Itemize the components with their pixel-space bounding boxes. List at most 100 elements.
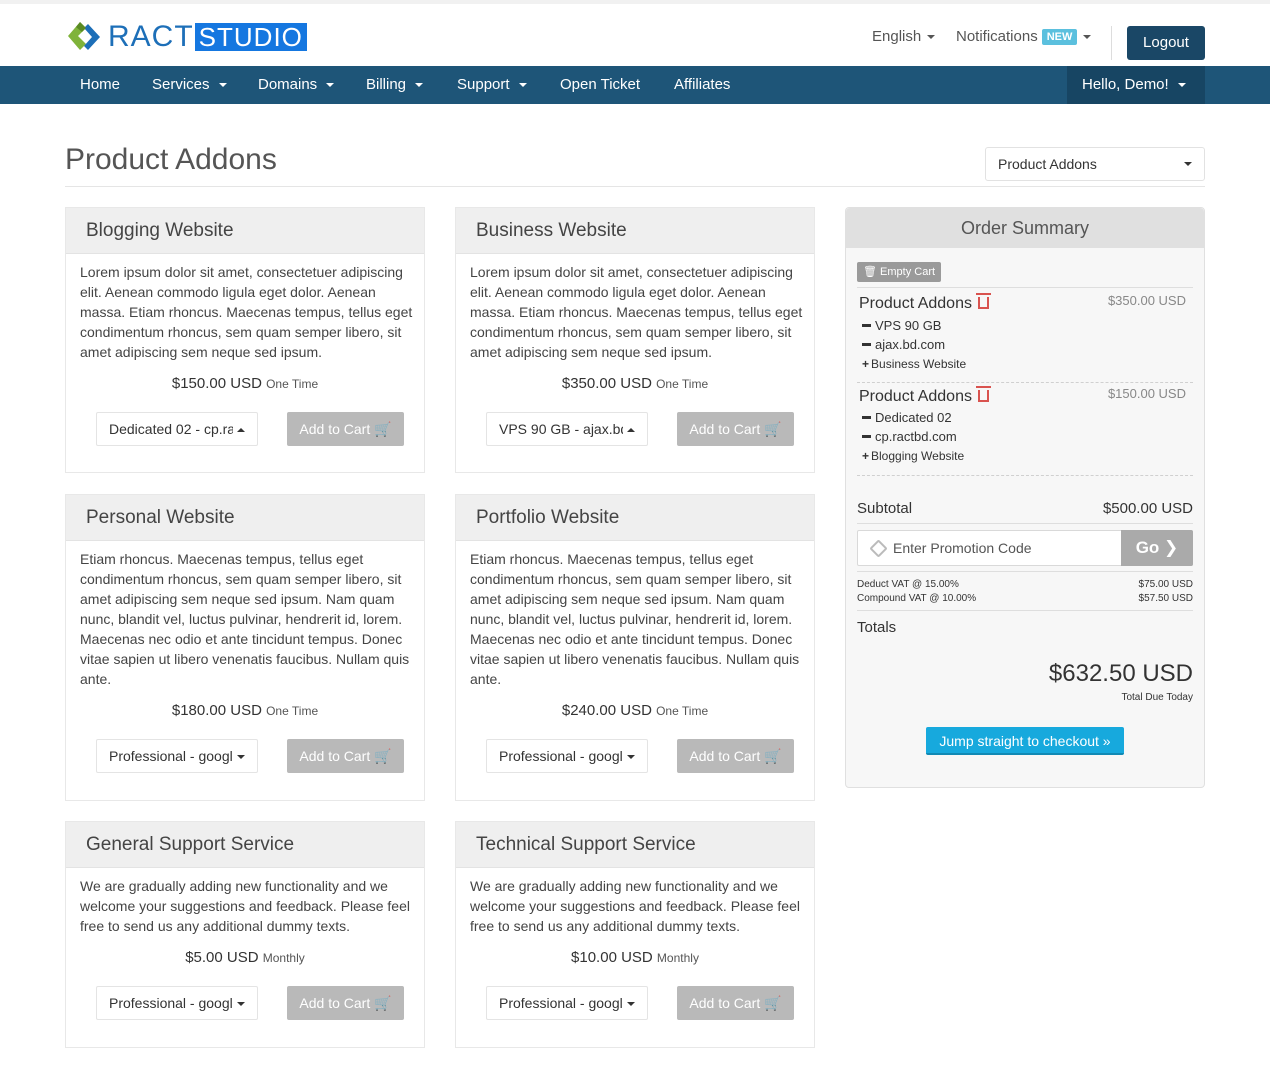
cart-item-title: Product Addons bbox=[859, 386, 991, 406]
add-to-cart-button[interactable]: Add to Cart 🛒 bbox=[287, 739, 404, 773]
billing-cycle: One Time bbox=[266, 377, 319, 391]
chevron-down-icon bbox=[627, 755, 635, 760]
header-divider bbox=[1111, 26, 1112, 60]
nav-item-label: Services bbox=[152, 76, 210, 93]
product-service-select[interactable]: Professional - google bbox=[96, 739, 258, 773]
button-label: Add to Cart bbox=[689, 995, 761, 1011]
price-amount: $350.00 USD bbox=[561, 375, 652, 392]
cart-item-detail: ajax.bd.com bbox=[862, 337, 945, 352]
chevron-down-icon bbox=[237, 1002, 245, 1007]
empty-cart-label: Empty Cart bbox=[880, 266, 936, 278]
summary-divider bbox=[857, 287, 1193, 288]
nav-item-services[interactable]: Services bbox=[152, 66, 227, 104]
nav-item-domains[interactable]: Domains bbox=[258, 66, 335, 104]
tax-label: Compound VAT @ 10.00% bbox=[857, 593, 977, 604]
minus-icon bbox=[862, 324, 871, 327]
promo-code-group: Go ❯ bbox=[857, 530, 1193, 566]
add-to-cart-button[interactable]: Add to Cart 🛒 bbox=[677, 739, 794, 773]
product-card-technical-support: Technical Support Service We are gradual… bbox=[455, 821, 815, 1048]
cart-icon: 🛒 bbox=[374, 748, 392, 764]
cart-item-addon-name: Blogging Website bbox=[871, 449, 965, 463]
cart-item-name: Product Addons bbox=[859, 388, 972, 405]
summary-divider bbox=[857, 610, 1193, 611]
cart-icon: 🛒 bbox=[764, 995, 782, 1011]
select-value: Professional - google bbox=[109, 748, 233, 764]
cart-item-addon: + Business Website bbox=[862, 357, 966, 371]
chevron-up-icon bbox=[237, 428, 245, 433]
total-due-label: Total Due Today bbox=[1121, 692, 1193, 703]
summary-divider bbox=[857, 523, 1193, 524]
main-navbar: Home Services Domains Billing Support Op… bbox=[0, 66, 1270, 104]
billing-cycle: One Time bbox=[656, 704, 709, 718]
account-dropdown[interactable]: Hello, Demo! bbox=[1067, 66, 1205, 104]
nav-item-home[interactable]: Home bbox=[80, 66, 120, 104]
product-service-select[interactable]: Dedicated 02 - cp.ractbd.com bbox=[96, 412, 258, 446]
plus-icon: + bbox=[862, 357, 870, 371]
nav-item-affiliates[interactable]: Affiliates bbox=[674, 66, 730, 104]
product-card-portfolio-website: Portfolio Website Etiam rhoncus. Maecena… bbox=[455, 494, 815, 801]
total-amount: $632.50 USD bbox=[1048, 660, 1193, 687]
promo-go-button[interactable]: Go ❯ bbox=[1121, 530, 1193, 566]
promo-code-input[interactable] bbox=[893, 531, 1119, 565]
price-amount: $240.00 USD bbox=[561, 702, 652, 719]
chevron-down-icon bbox=[1177, 83, 1186, 88]
product-card-blogging-website: Blogging Website Lorem ipsum dolor sit a… bbox=[65, 207, 425, 473]
cart-item-product: Dedicated 02 bbox=[875, 410, 952, 425]
cart-item-detail: Dedicated 02 bbox=[862, 410, 952, 425]
tag-icon bbox=[869, 539, 888, 558]
minus-icon bbox=[862, 435, 871, 438]
category-select[interactable]: Product Addons bbox=[985, 147, 1205, 181]
remove-item-icon[interactable] bbox=[975, 293, 991, 309]
add-to-cart-button[interactable]: Add to Cart 🛒 bbox=[287, 412, 404, 446]
logo-mark-icon bbox=[68, 22, 100, 50]
product-card-business-website: Business Website Lorem ipsum dolor sit a… bbox=[455, 207, 815, 473]
product-description: Lorem ipsum dolor sit amet, consectetuer… bbox=[80, 264, 413, 360]
product-service-select[interactable]: VPS 90 GB - ajax.bd.com bbox=[486, 412, 648, 446]
product-service-select[interactable]: Professional - google bbox=[96, 986, 258, 1020]
product-description: Etiam rhoncus. Maecenas tempus, tellus e… bbox=[470, 551, 800, 687]
minus-icon bbox=[862, 343, 871, 346]
nav-item-open-ticket[interactable]: Open Ticket bbox=[560, 66, 640, 104]
account-label: Hello, Demo! bbox=[1082, 76, 1169, 93]
chevron-down-icon bbox=[627, 1002, 635, 1007]
nav-item-label: Support bbox=[457, 76, 510, 93]
logo-text-studio: STUDIO bbox=[194, 23, 307, 51]
price-amount: $10.00 USD bbox=[571, 949, 653, 966]
select-value: Professional - google bbox=[109, 995, 233, 1011]
product-service-select[interactable]: Professional - google bbox=[486, 986, 648, 1020]
new-badge: NEW bbox=[1041, 29, 1078, 45]
empty-cart-button[interactable]: 🗑 Empty Cart bbox=[857, 262, 942, 282]
chevron-down-icon bbox=[237, 755, 245, 760]
chevron-down-icon bbox=[927, 35, 936, 40]
nav-item-support[interactable]: Support bbox=[457, 66, 527, 104]
product-price: $10.00 USD Monthly bbox=[456, 949, 814, 966]
billing-cycle: One Time bbox=[266, 704, 319, 718]
add-to-cart-button[interactable]: Add to Cart 🛒 bbox=[287, 986, 404, 1020]
add-to-cart-button[interactable]: Add to Cart 🛒 bbox=[677, 412, 794, 446]
cart-item-price: $350.00 USD bbox=[1107, 293, 1186, 308]
language-dropdown[interactable]: English bbox=[872, 28, 936, 45]
add-to-cart-button[interactable]: Add to Cart 🛒 bbox=[677, 986, 794, 1020]
category-select-value: Product Addons bbox=[998, 156, 1097, 172]
tax-amount: $75.00 USD bbox=[1138, 579, 1193, 590]
cart-item-name: Product Addons bbox=[859, 295, 972, 312]
chevron-down-icon bbox=[415, 83, 424, 88]
remove-item-icon[interactable] bbox=[975, 386, 991, 402]
cart-item-domain: cp.ractbd.com bbox=[875, 429, 957, 444]
billing-cycle: Monthly bbox=[656, 951, 699, 965]
checkout-button[interactable]: Jump straight to checkout » bbox=[926, 727, 1124, 755]
product-service-select[interactable]: Professional - google bbox=[486, 739, 648, 773]
nav-item-billing[interactable]: Billing bbox=[366, 66, 424, 104]
product-price: $5.00 USD Monthly bbox=[66, 949, 424, 966]
cart-item-detail: VPS 90 GB bbox=[862, 318, 941, 333]
logout-button[interactable]: Logout bbox=[1127, 26, 1205, 60]
brand-logo[interactable]: RACT STUDIO bbox=[66, 20, 307, 54]
page-title: Product Addons bbox=[65, 143, 277, 176]
product-price: $240.00 USD One Time bbox=[456, 702, 814, 719]
title-divider bbox=[65, 186, 1205, 187]
promo-go-label: Go bbox=[1135, 538, 1160, 557]
notifications-dropdown[interactable]: Notifications NEW bbox=[956, 28, 1092, 45]
nav-item-label: Home bbox=[80, 76, 121, 93]
product-price: $350.00 USD One Time bbox=[456, 375, 814, 392]
order-summary-title: Order Summary bbox=[846, 208, 1204, 248]
